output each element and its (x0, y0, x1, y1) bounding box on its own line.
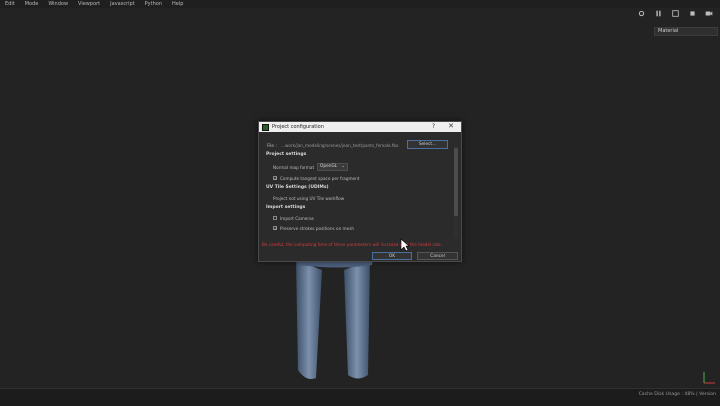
cancel-button[interactable]: Cancel (417, 252, 458, 260)
status-bar: Cache Disk Usage : 48% | Version (0, 388, 720, 406)
dialog-title-bar[interactable]: Project configuration ? ✕ (259, 122, 461, 132)
compute-tangent-checkbox[interactable]: ✓ (273, 176, 277, 181)
uv-tile-heading: UV Tile Settings (UDIMs) (266, 185, 329, 190)
close-icon[interactable]: ✕ (448, 122, 454, 130)
menu-window[interactable]: Window (43, 0, 73, 8)
warning-message: Be careful, the computing time of these … (262, 242, 442, 247)
select-file-button[interactable]: Select... (407, 140, 448, 149)
preserve-strokes-checkbox[interactable]: ✓ (273, 226, 277, 231)
mouse-cursor-icon (400, 238, 410, 252)
file-label: File : (267, 143, 277, 148)
menu-bar: Edit Mode Window Viewport Javascript Pyt… (0, 0, 720, 8)
preserve-strokes-label: Preserve strokes positions on mesh (280, 226, 355, 231)
menu-javascript[interactable]: Javascript (105, 0, 140, 8)
dialog-title: Project configuration (272, 124, 324, 130)
normal-map-value: OpenGL (320, 164, 338, 169)
ok-button[interactable]: OK (372, 252, 412, 260)
import-settings-heading: Import settings (266, 205, 306, 210)
menu-viewport[interactable]: Viewport (73, 0, 105, 8)
project-configuration-dialog: Project configuration ? ✕ File : ...work… (258, 121, 462, 262)
chevron-down-icon: ⌄ (341, 164, 345, 169)
normal-map-label: Normal map format (273, 165, 315, 170)
camera-icon[interactable] (705, 9, 713, 17)
menu-python[interactable]: Python (140, 0, 167, 8)
app-logo-icon (262, 123, 269, 131)
viewport-mode-select[interactable]: Material (654, 27, 718, 36)
compute-tangent-label: Compute tangent space per fragment (280, 176, 360, 181)
file-path: ...work/jan_modeling/scenes/jean_test/pa… (281, 143, 399, 148)
normal-map-select[interactable]: OpenGL ⌄ (317, 163, 348, 171)
import-cameras-label: Import Cameras (280, 216, 314, 221)
help-icon[interactable]: ? (432, 123, 435, 130)
menu-help[interactable]: Help (167, 0, 188, 8)
dialog-scrollbar-thumb[interactable] (454, 148, 458, 216)
menu-mode[interactable]: Mode (20, 0, 44, 8)
pause-icon[interactable] (654, 9, 662, 17)
frame-icon[interactable] (671, 9, 679, 17)
uv-tile-value: Project not using UV Tile workflow (273, 196, 345, 201)
layers-icon[interactable] (688, 9, 696, 17)
status-text: Cache Disk Usage : 48% | Version (638, 392, 716, 397)
menu-edit[interactable]: Edit (0, 0, 20, 8)
project-settings-heading: Project settings (266, 152, 307, 157)
viewport-toolbar (637, 9, 713, 17)
import-cameras-checkbox[interactable] (273, 216, 277, 220)
axis-gizmo (703, 372, 715, 384)
settings-icon[interactable] (637, 9, 645, 17)
